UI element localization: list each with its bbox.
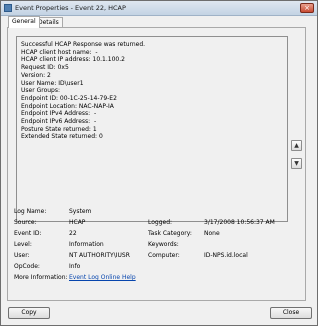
event-properties-window: Event Properties - Event 22, HCAP × Gene… (0, 0, 318, 326)
user-value: NT AUTHORITY\IUSR (69, 252, 130, 259)
event-id-label: Event ID: (14, 230, 42, 237)
source-label: Source: (14, 219, 37, 226)
arrow-down-icon: ▼ (294, 160, 299, 167)
description-line: User Groups: (21, 87, 60, 95)
opcode-value: Info (69, 263, 81, 270)
user-label: User: (14, 252, 30, 259)
computer-value: ID-NPS.id.local (204, 252, 248, 259)
opcode-label: OpCode: (14, 263, 40, 270)
description-line: Request ID: 0x5 (21, 64, 69, 72)
keywords-label: Keywords: (148, 241, 179, 248)
source-value: HCAP (69, 219, 86, 226)
next-event-button[interactable]: ▼ (291, 158, 302, 169)
description-line: Version: 2 (21, 71, 51, 79)
event-description-box[interactable]: Successful HCAP Response was returned. H… (16, 36, 288, 222)
event-id-value: 22 (69, 230, 77, 237)
description-line: Endpoint ID: 00-1C-25-14-79-E2 (21, 94, 117, 102)
more-information-label: More Information: (14, 274, 68, 281)
description-line: Posture State returned: 1 (21, 125, 97, 133)
tab-general[interactable]: General (8, 16, 40, 28)
event-viewer-icon (4, 4, 12, 12)
logged-label: Logged: (148, 219, 173, 226)
window-title: Event Properties - Event 22, HCAP (15, 4, 126, 12)
title-bar[interactable]: Event Properties - Event 22, HCAP × (1, 1, 317, 16)
description-line: User Name: ID\user1 (21, 79, 84, 87)
description-line: Endpoint IPv6 Address: - (21, 118, 97, 126)
description-line: Successful HCAP Response was returned. (21, 41, 146, 48)
event-log-online-help-link[interactable]: Event Log Online Help (69, 274, 136, 282)
log-name-value: System (69, 208, 92, 215)
description-line: Endpoint IPv4 Address: - (21, 110, 97, 118)
level-label: Level: (14, 241, 32, 248)
logged-value: 3/17/2008 10:56:37 AM (204, 219, 275, 226)
close-button[interactable]: Close (270, 307, 312, 319)
previous-event-button[interactable]: ▲ (291, 140, 302, 151)
log-name-label: Log Name: (14, 208, 47, 215)
arrow-up-icon: ▲ (294, 142, 299, 149)
copy-button[interactable]: Copy (8, 307, 50, 319)
computer-label: Computer: (148, 252, 180, 259)
task-category-value: None (204, 230, 220, 237)
task-category-label: Task Category: (148, 230, 192, 237)
description-line: HCAP client IP address: 10.1.100.2 (21, 56, 125, 64)
description-line: HCAP client host name: - (21, 48, 98, 56)
description-line: Extended State returned: 0 (21, 133, 103, 141)
window-close-button[interactable]: × (300, 3, 314, 13)
level-value: Information (69, 241, 104, 248)
description-line: Endpoint Location: NAC-NAP-IA (21, 102, 114, 110)
